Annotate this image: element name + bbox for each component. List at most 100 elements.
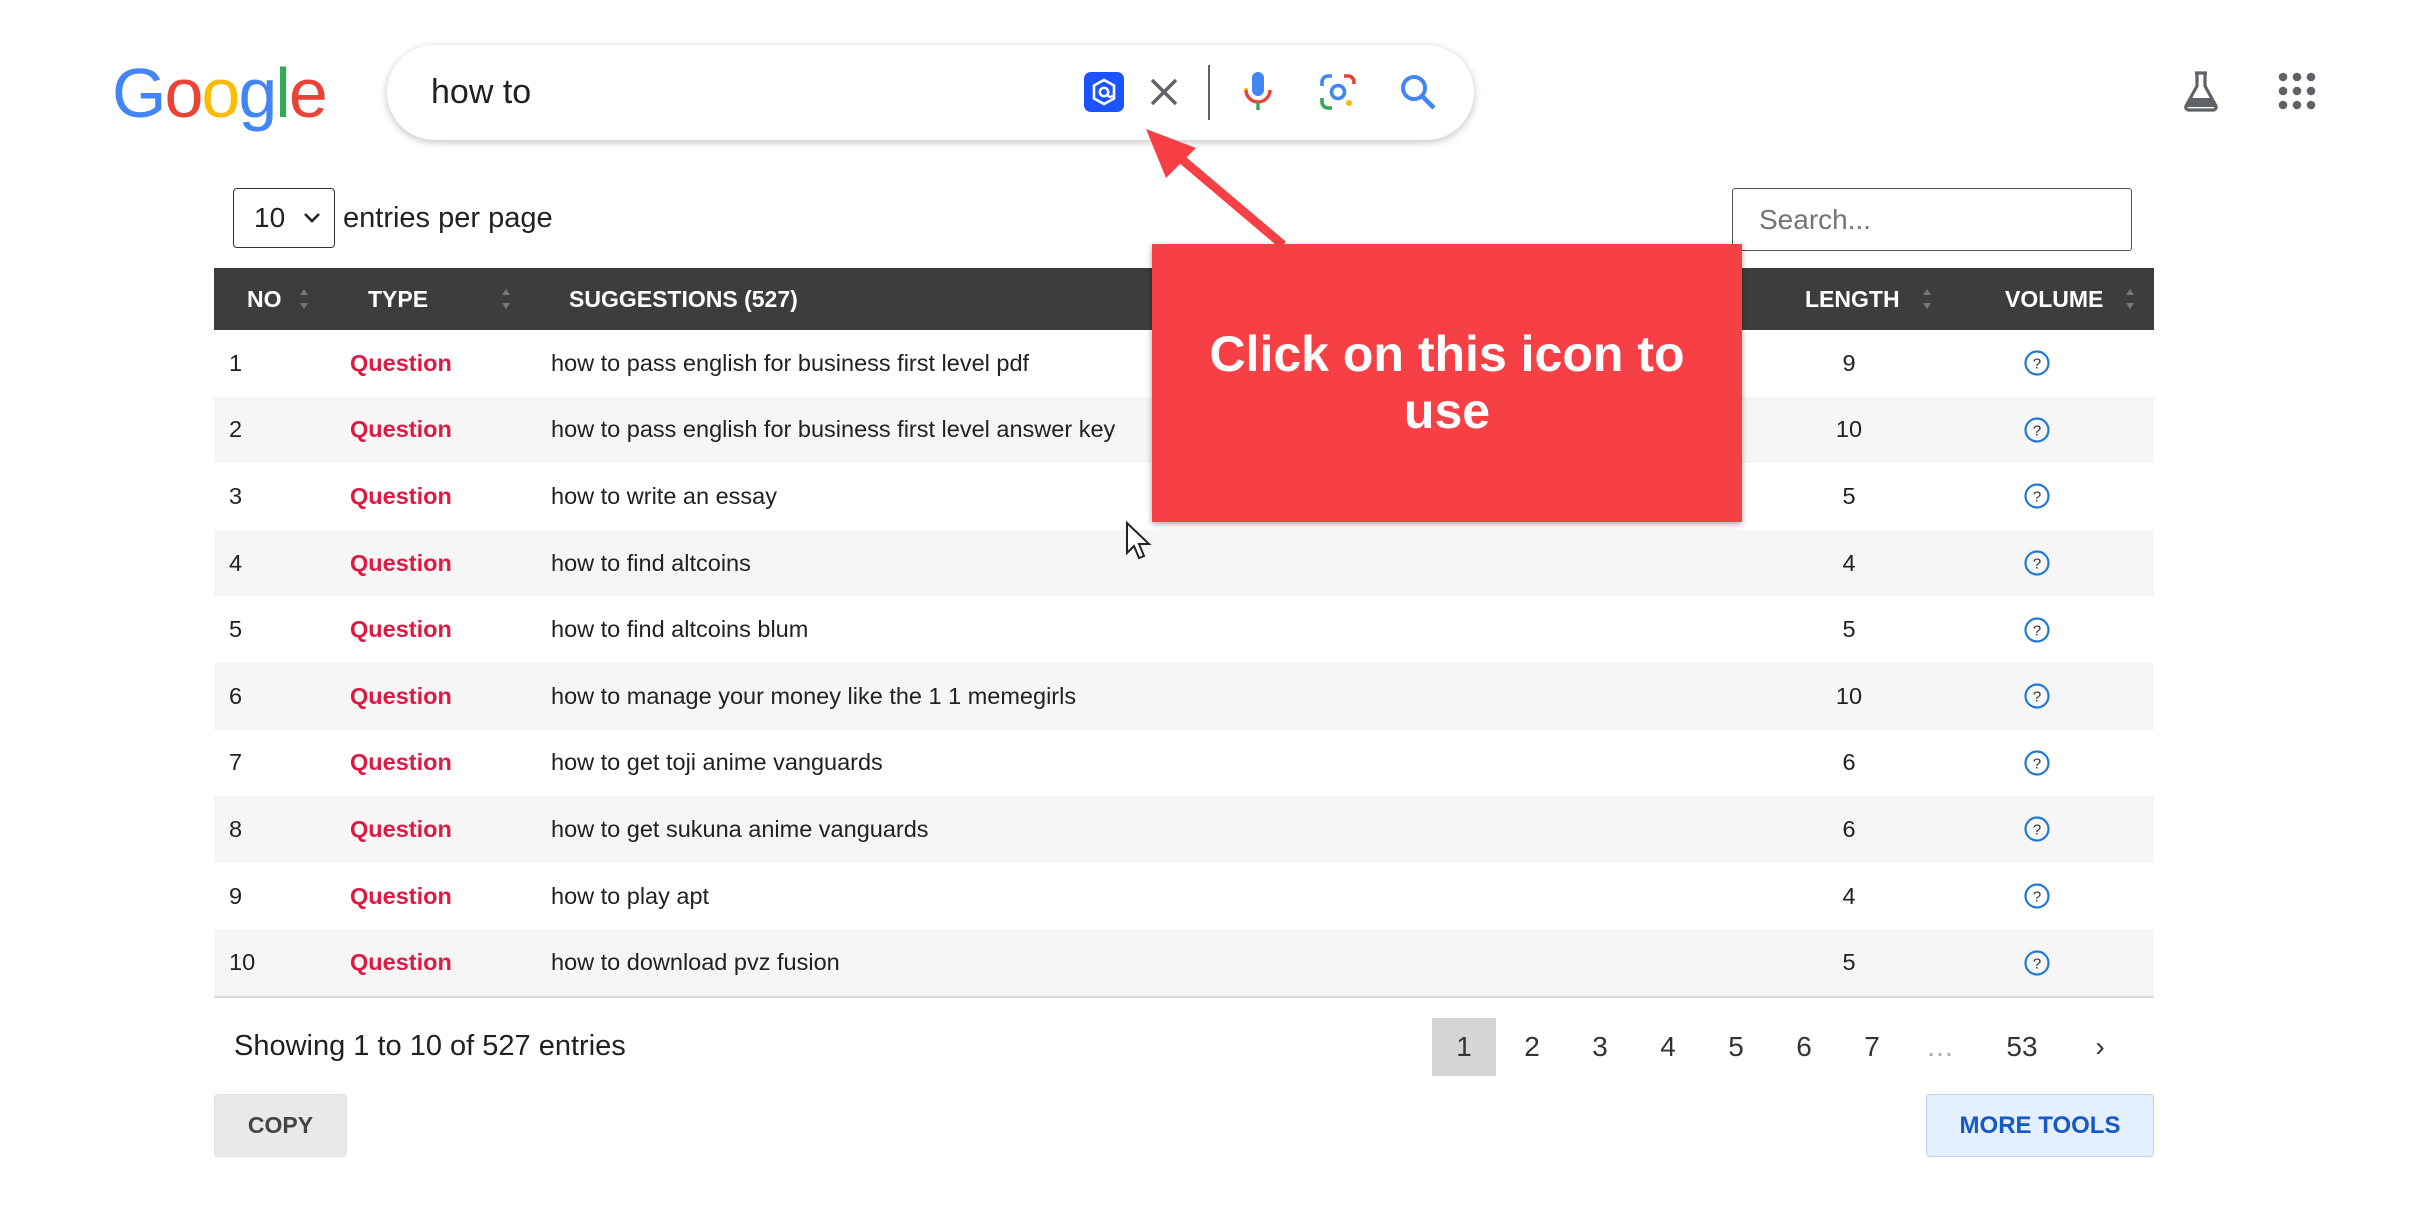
row-length: 10 <box>1835 682 1863 709</box>
table-search-input[interactable] <box>1732 188 2132 251</box>
entries-label: entries per page <box>343 201 553 234</box>
logo-letter: e <box>288 54 328 132</box>
row-number: 8 <box>229 815 243 842</box>
row-suggestion[interactable]: how to find altcoins blum <box>551 596 808 663</box>
mic-icon[interactable] <box>1233 67 1283 117</box>
sort-icon[interactable] <box>298 286 310 312</box>
search-box <box>387 45 1474 140</box>
table-row: 7 Question how to get toji anime vanguar… <box>214 730 2154 797</box>
row-suggestion[interactable]: how to play apt <box>551 863 709 930</box>
volume-help-icon[interactable]: ? <box>2017 663 2057 730</box>
row-length: 9 <box>1842 349 1856 376</box>
header-suggestions-label: SUGGESTIONS (527) <box>569 285 798 312</box>
more-tools-button[interactable]: MORE TOOLS <box>1926 1094 2154 1157</box>
svg-text:?: ? <box>2033 889 2041 906</box>
chevron-down-icon <box>302 203 322 240</box>
row-type: Question <box>350 682 452 709</box>
sort-icon[interactable] <box>2124 286 2136 312</box>
header-volume[interactable]: VOLUME <box>2005 268 2103 330</box>
volume-help-icon[interactable]: ? <box>2017 863 2057 930</box>
row-suggestion[interactable]: how to pass english for business first l… <box>551 330 1029 397</box>
table-row: 6 Question how to manage your money like… <box>214 662 2154 730</box>
sort-icon[interactable] <box>500 286 512 312</box>
svg-text:?: ? <box>2033 622 2041 639</box>
svg-text:?: ? <box>2033 955 2041 972</box>
row-type: Question <box>350 882 452 909</box>
header-length[interactable]: LENGTH <box>1805 268 1900 330</box>
row-suggestion[interactable]: how to write an essay <box>551 463 777 530</box>
row-suggestion[interactable]: how to find altcoins <box>551 530 751 597</box>
search-divider <box>1208 65 1210 120</box>
entries-select[interactable]: 10 <box>233 188 335 248</box>
google-logo[interactable]: Google <box>112 54 328 132</box>
row-type: Question <box>350 949 452 976</box>
row-number: 7 <box>229 749 243 776</box>
volume-help-icon[interactable]: ? <box>2017 796 2057 863</box>
page-button[interactable]: 2 <box>1500 1018 1564 1076</box>
row-suggestion[interactable]: how to get sukuna anime vanguards <box>551 796 929 863</box>
clear-icon[interactable] <box>1139 67 1189 117</box>
page-button[interactable]: 1 <box>1432 1018 1496 1076</box>
lens-icon[interactable] <box>1313 67 1363 117</box>
row-type: Question <box>350 815 452 842</box>
annotation-callout: Click on this icon to use <box>1152 244 1742 522</box>
page-button[interactable]: 3 <box>1568 1018 1632 1076</box>
svg-text:?: ? <box>2033 755 2041 772</box>
header-length-label: LENGTH <box>1805 285 1900 312</box>
copy-button[interactable]: COPY <box>214 1094 347 1157</box>
header-type[interactable]: TYPE <box>368 268 428 330</box>
search-input[interactable] <box>429 72 1053 113</box>
page-button[interactable]: 6 <box>1772 1018 1836 1076</box>
volume-help-icon[interactable]: ? <box>2017 730 2057 797</box>
header-suggestions[interactable]: SUGGESTIONS (527) <box>569 268 798 330</box>
mouse-cursor-icon <box>1126 521 1152 560</box>
keyword-tool-icon[interactable] <box>1079 67 1129 117</box>
page-button[interactable]: 53 <box>1990 1018 2054 1076</box>
volume-help-icon[interactable]: ? <box>2017 330 2057 397</box>
svg-text:?: ? <box>2033 356 2041 373</box>
header-no-label: NO <box>247 285 282 312</box>
volume-help-icon[interactable]: ? <box>2017 530 2057 597</box>
row-suggestion[interactable]: how to manage your money like the 1 1 me… <box>551 663 1076 730</box>
row-number: 3 <box>229 482 243 509</box>
row-suggestion[interactable]: how to get toji anime vanguards <box>551 730 883 797</box>
table-row: 9 Question how to play apt 4 ? <box>214 863 2154 930</box>
header-no[interactable]: NO <box>247 268 282 330</box>
row-length: 5 <box>1842 949 1856 976</box>
row-length: 5 <box>1842 482 1856 509</box>
svg-text:?: ? <box>2033 689 2041 706</box>
logo-letter: o <box>164 54 203 132</box>
row-type: Question <box>350 616 452 643</box>
row-type: Question <box>350 416 452 443</box>
entries-per-page: 10 entries per page <box>233 188 553 248</box>
row-type: Question <box>350 482 452 509</box>
row-suggestion[interactable]: how to pass english for business first l… <box>551 397 1115 464</box>
table-row: 4 Question how to find altcoins 4 ? <box>214 529 2154 597</box>
row-length: 5 <box>1842 616 1856 643</box>
page-button[interactable]: 5 <box>1704 1018 1768 1076</box>
row-type: Question <box>350 549 452 576</box>
row-length: 10 <box>1835 416 1863 443</box>
row-number: 10 <box>229 949 256 976</box>
page-button[interactable]: 4 <box>1636 1018 1700 1076</box>
pagination-ellipsis: … <box>1926 1031 1954 1062</box>
entries-value: 10 <box>254 202 286 233</box>
entries-info: Showing 1 to 10 of 527 entries <box>234 1030 626 1062</box>
volume-help-icon[interactable]: ? <box>2017 596 2057 663</box>
row-number: 6 <box>229 682 243 709</box>
next-page-button[interactable]: › <box>2068 1018 2132 1076</box>
volume-help-icon[interactable]: ? <box>2017 929 2057 996</box>
apps-grid-icon[interactable] <box>2272 66 2322 116</box>
table-row: 10 Question how to download pvz fusion 5… <box>214 929 2154 996</box>
labs-flask-icon[interactable] <box>2176 66 2226 116</box>
svg-text:?: ? <box>2033 489 2041 506</box>
header-type-label: TYPE <box>368 285 429 312</box>
sort-icon[interactable] <box>1921 286 1933 312</box>
row-suggestion[interactable]: how to download pvz fusion <box>551 929 840 996</box>
volume-help-icon[interactable]: ? <box>2017 463 2057 530</box>
row-number: 1 <box>229 349 243 376</box>
page-button[interactable]: 7 <box>1840 1018 1904 1076</box>
logo-letter: o <box>201 54 240 132</box>
search-icon[interactable] <box>1393 67 1443 117</box>
volume-help-icon[interactable]: ? <box>2017 397 2057 464</box>
